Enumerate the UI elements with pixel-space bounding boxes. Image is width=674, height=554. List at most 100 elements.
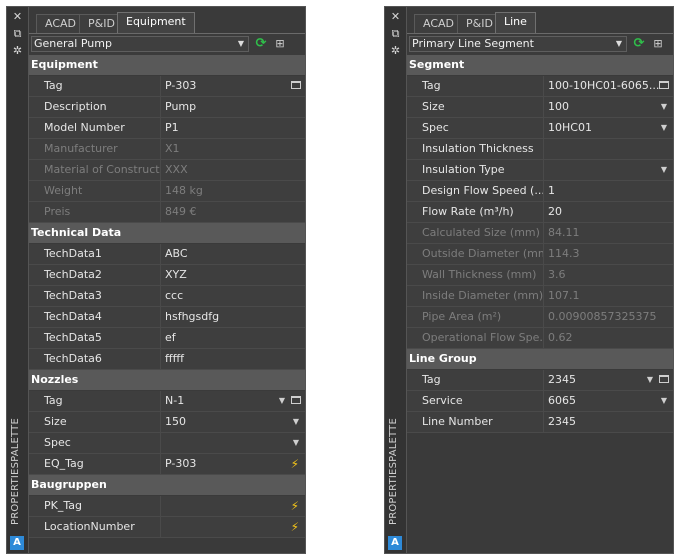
property-value[interactable]: ⚡	[161, 517, 305, 537]
property-value[interactable]	[544, 139, 673, 159]
object-type-select[interactable]: General Pump ▼	[31, 36, 249, 52]
property-value[interactable]: ccc	[161, 286, 305, 306]
property-label: Calculated Size (mm)	[407, 223, 544, 243]
pin-icon[interactable]: ⧉	[11, 27, 24, 40]
lightning-icon[interactable]: ⚡	[291, 517, 299, 537]
property-label: Tag	[29, 391, 161, 411]
property-value-text: XYZ	[165, 268, 187, 281]
property-value[interactable]: ef	[161, 328, 305, 348]
property-value[interactable]: 100-10HC01-6065...	[544, 76, 673, 96]
section-header-baugruppen[interactable]: Baugruppen	[29, 475, 305, 496]
dropdown-arrow-icon[interactable]: ▼	[293, 412, 299, 432]
autocad-logo: A	[10, 536, 24, 550]
property-row-techdata5: TechData5 ef	[29, 328, 305, 349]
quick-select-icon[interactable]: ⊞	[650, 37, 666, 51]
property-value-text: 150	[165, 415, 186, 428]
properties-palette-line: ✕ ⧉ ✲ PROPERTIESPALETTE A ACAD P&ID Line…	[384, 6, 674, 554]
property-value[interactable]: 10HC01 ▼	[544, 118, 673, 138]
edit-dialog-icon[interactable]	[291, 396, 301, 404]
settings-icon[interactable]: ✲	[11, 44, 24, 57]
lightning-icon[interactable]: ⚡	[291, 496, 299, 516]
property-value-text: N-1	[165, 394, 185, 407]
tab-equipment[interactable]: Equipment	[117, 12, 195, 33]
pin-icon[interactable]: ⧉	[389, 27, 402, 40]
property-row-techdata1: TechData1 ABC	[29, 244, 305, 265]
property-value[interactable]: ▼	[161, 433, 305, 453]
property-value[interactable]: ABC	[161, 244, 305, 264]
dropdown-arrow-icon[interactable]: ▼	[661, 97, 667, 117]
property-value: 84.11	[544, 223, 673, 243]
dropdown-arrow-icon[interactable]: ▼	[661, 391, 667, 411]
property-row-design-flow-speed: Design Flow Speed (... 1	[407, 181, 673, 202]
edit-dialog-icon[interactable]	[659, 81, 669, 89]
property-row-tag: Tag N-1 ▼	[29, 391, 305, 412]
property-value[interactable]: 20	[544, 202, 673, 222]
property-value[interactable]: 6065 ▼	[544, 391, 673, 411]
settings-icon[interactable]: ✲	[389, 44, 402, 57]
property-value-text: P-303	[165, 457, 197, 470]
close-icon[interactable]: ✕	[11, 10, 24, 23]
property-label: Weight	[29, 181, 161, 201]
refresh-icon[interactable]: ⟳	[631, 37, 647, 51]
property-label: Size	[29, 412, 161, 432]
property-value[interactable]: 1	[544, 181, 673, 201]
property-value[interactable]: fffff	[161, 349, 305, 369]
edit-dialog-icon[interactable]	[659, 375, 669, 383]
property-value-text: 3.6	[548, 268, 566, 281]
property-label: LocationNumber	[29, 517, 161, 537]
property-row-locationnumber: LocationNumber ⚡	[29, 517, 305, 538]
dropdown-arrow-icon[interactable]: ▼	[647, 370, 653, 390]
property-value[interactable]: P-303	[161, 76, 305, 96]
dropdown-arrow-icon[interactable]: ▼	[661, 118, 667, 138]
property-row-preis: Preis 849 €	[29, 202, 305, 223]
property-row-tag: Tag P-303	[29, 76, 305, 97]
dropdown-arrow-icon[interactable]: ▼	[293, 433, 299, 453]
property-value[interactable]: ⚡	[161, 496, 305, 516]
property-value[interactable]: P-303 ⚡	[161, 454, 305, 474]
property-value[interactable]: 2345	[544, 412, 673, 432]
tab-line[interactable]: Line	[495, 12, 536, 33]
property-value: 107.1	[544, 286, 673, 306]
property-value[interactable]: 2345 ▼	[544, 370, 673, 390]
property-row-weight: Weight 148 kg	[29, 181, 305, 202]
property-value: 3.6	[544, 265, 673, 285]
object-type-select[interactable]: Primary Line Segment ▼	[409, 36, 627, 52]
refresh-icon[interactable]: ⟳	[253, 37, 269, 51]
property-row-size: Size 100 ▼	[407, 97, 673, 118]
section-header-line-group[interactable]: Line Group	[407, 349, 673, 370]
property-value[interactable]: ▼	[544, 160, 673, 180]
property-value[interactable]: 100 ▼	[544, 97, 673, 117]
property-value[interactable]: 150 ▼	[161, 412, 305, 432]
lightning-icon[interactable]: ⚡	[291, 454, 299, 474]
chevron-down-icon: ▼	[615, 39, 622, 48]
autocad-logo: A	[388, 536, 402, 550]
property-value[interactable]: N-1 ▼	[161, 391, 305, 411]
dropdown-arrow-icon[interactable]: ▼	[661, 160, 667, 180]
property-row-calculated-size-mm: Calculated Size (mm) 84.11	[407, 223, 673, 244]
section-header-technical-data[interactable]: Technical Data	[29, 223, 305, 244]
property-label: Design Flow Speed (...	[407, 181, 544, 201]
edit-dialog-icon[interactable]	[291, 81, 301, 89]
property-value[interactable]: P1	[161, 118, 305, 138]
property-value-text: P1	[165, 121, 179, 134]
property-value[interactable]: XYZ	[161, 265, 305, 285]
property-label: PK_Tag	[29, 496, 161, 516]
property-label: Tag	[407, 76, 544, 96]
section-header-equipment[interactable]: Equipment	[29, 55, 305, 76]
property-value[interactable]: Pump	[161, 97, 305, 117]
property-label: Spec	[29, 433, 161, 453]
property-value[interactable]: hsfhgsdfg	[161, 307, 305, 327]
property-row-manufacturer: Manufacturer X1	[29, 139, 305, 160]
dropdown-arrow-icon[interactable]: ▼	[279, 391, 285, 411]
tab-acad[interactable]: ACAD	[414, 14, 464, 33]
property-label: Wall Thickness (mm)	[407, 265, 544, 285]
close-icon[interactable]: ✕	[389, 10, 402, 23]
property-row-model-number: Model Number P1	[29, 118, 305, 139]
tab-acad[interactable]: ACAD	[36, 14, 86, 33]
section-header-segment[interactable]: Segment	[407, 55, 673, 76]
quick-select-icon[interactable]: ⊞	[272, 37, 288, 51]
property-row-outside-diameter-mm: Outside Diameter (mm) 114.3	[407, 244, 673, 265]
property-value-text: 10HC01	[548, 121, 592, 134]
property-value-text: 0.00900857325375	[548, 310, 657, 323]
section-header-nozzles[interactable]: Nozzles	[29, 370, 305, 391]
